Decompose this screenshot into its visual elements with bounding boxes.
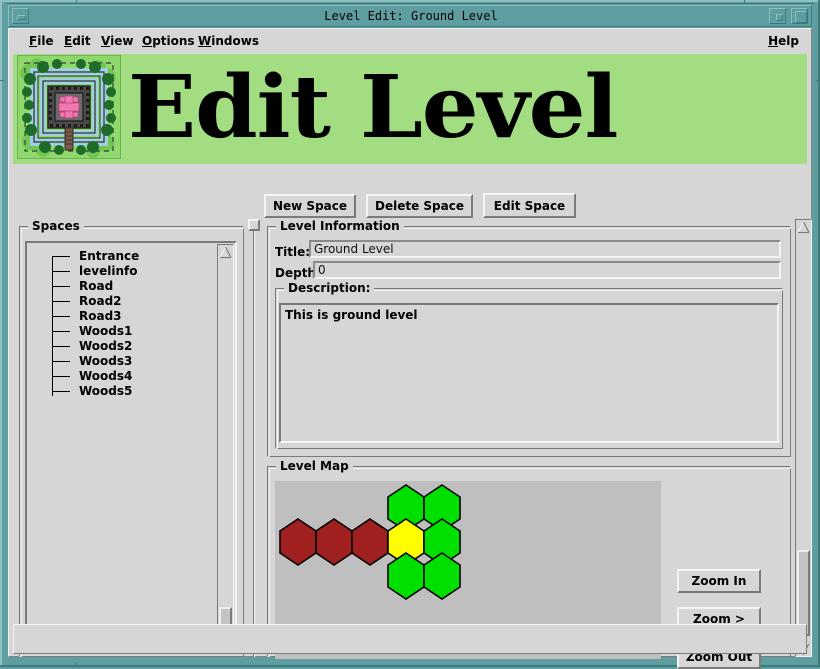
menu-view-mnemonic: V — [101, 34, 111, 48]
map-hex-road[interactable] — [351, 518, 389, 566]
spaces-item-label: Woods5 — [79, 384, 133, 398]
minimize-button[interactable] — [12, 8, 29, 24]
map-hex-woods4[interactable] — [387, 552, 425, 600]
menu-windows-rest: indows — [211, 34, 259, 48]
level-information-title: Level Information — [276, 219, 404, 234]
scroll-up-arrow-icon[interactable] — [219, 246, 232, 259]
window-client-area: File Edit View Options Windows Help Edit… — [8, 28, 812, 669]
spaces-item-label: Entrance — [79, 249, 140, 263]
menu-view[interactable]: View — [97, 33, 137, 50]
list-item[interactable]: Woods1 — [29, 324, 216, 339]
list-item[interactable]: levelinfo — [29, 264, 216, 279]
spaces-item-label: Woods2 — [79, 339, 133, 353]
tree-elbow-icon — [52, 346, 70, 347]
description-panel: Description: This is ground level — [275, 281, 783, 449]
main-scrollbar[interactable] — [795, 219, 812, 657]
tree-elbow-icon — [52, 361, 70, 362]
frame-inner-shadow-top — [6, 3, 814, 4]
map-hex-woods5[interactable] — [423, 552, 461, 600]
menu-windows[interactable]: Windows — [194, 33, 263, 50]
tree-elbow-icon — [52, 376, 70, 377]
frame-top-highlight — [0, 0, 820, 2]
list-item[interactable]: Woods5 — [29, 384, 216, 399]
level-information-panel: Level Information Title: Ground Level De… — [267, 219, 791, 457]
description-textarea[interactable]: This is ground level — [279, 303, 779, 443]
menu-file-rest: ile — [37, 34, 54, 48]
banner-heading: Edit Level — [128, 57, 618, 158]
menu-help-mnemonic: H — [768, 34, 779, 48]
spaces-tree[interactable]: Entrance levelinfo Road Road2 Road3 Wood… — [29, 245, 216, 645]
banner: Edit Level — [13, 54, 807, 164]
delete-space-button[interactable]: Delete Space — [366, 194, 473, 218]
spaces-panel: Spaces Entrance levelinfo Road Road2 Roa… — [19, 219, 244, 657]
list-item[interactable]: Woods3 — [29, 354, 216, 369]
spaces-scrollbar[interactable] — [217, 244, 234, 646]
tree-elbow-icon — [52, 286, 70, 287]
title-input[interactable]: Ground Level — [309, 240, 781, 258]
menu-view-rest: iew — [110, 34, 134, 48]
menu-windows-mnemonic: W — [198, 34, 212, 48]
frame-left-highlight — [0, 0, 2, 667]
spaces-item-label: Woods1 — [79, 324, 133, 338]
spaces-item-label: levelinfo — [79, 264, 138, 278]
tree-elbow-icon — [52, 301, 70, 302]
scroll-up-arrow-icon[interactable] — [797, 221, 810, 234]
list-item[interactable]: Entrance — [29, 249, 216, 264]
depth-input[interactable]: 0 — [313, 261, 781, 279]
spaces-item-label: Woods4 — [79, 369, 133, 383]
list-item[interactable]: Road2 — [29, 294, 216, 309]
menu-help-rest: elp — [778, 34, 799, 48]
list-item[interactable]: Woods4 — [29, 369, 216, 384]
split-pane-handle[interactable] — [248, 219, 260, 231]
menu-edit-mnemonic: E — [64, 34, 73, 48]
menu-options-mnemonic: O — [142, 34, 153, 48]
tree-elbow-icon — [52, 271, 70, 272]
edit-space-button[interactable]: Edit Space — [483, 193, 576, 218]
tree-elbow-icon — [52, 316, 70, 317]
list-item[interactable]: Road — [29, 279, 216, 294]
restore-button[interactable] — [769, 8, 786, 24]
zoom-in-button[interactable]: Zoom In — [677, 569, 761, 593]
frame-resize-grip-tl[interactable] — [76, 0, 77, 4]
split-pane-divider[interactable] — [248, 219, 260, 657]
title-bar[interactable]: Level Edit: Ground Level — [8, 5, 812, 27]
new-space-button[interactable]: New Space — [264, 194, 356, 218]
spaces-item-label: Woods3 — [79, 354, 133, 368]
spaces-panel-title: Spaces — [28, 219, 84, 234]
tree-elbow-icon — [52, 391, 70, 392]
maximize-button[interactable] — [791, 8, 808, 24]
spaces-item-label: Road3 — [79, 309, 122, 323]
menu-help[interactable]: Help — [764, 33, 803, 50]
frame-resize-grip-rt[interactable] — [816, 80, 820, 81]
map-hex-road2[interactable] — [315, 518, 353, 566]
spaces-item-label: Road — [79, 279, 114, 293]
level-map-title: Level Map — [276, 459, 353, 474]
menu-options[interactable]: Options — [138, 33, 199, 50]
menu-edit[interactable]: Edit — [60, 33, 95, 50]
tree-elbow-icon — [52, 256, 70, 257]
spaces-list-container: Entrance levelinfo Road Road2 Road3 Wood… — [25, 241, 237, 649]
title-label: Title: — [275, 245, 311, 259]
description-label: Description: — [284, 281, 375, 296]
list-item[interactable]: Road3 — [29, 309, 216, 324]
castle-map-thumbnail-icon — [17, 55, 121, 159]
frame-resize-grip-tr[interactable] — [744, 0, 745, 4]
window-title: Level Edit: Ground Level — [324, 9, 498, 23]
status-bar — [13, 624, 807, 654]
frame-resize-grip-lt[interactable] — [0, 80, 4, 81]
frame-resize-grip-bl[interactable] — [76, 663, 77, 667]
menu-file[interactable]: File — [25, 33, 58, 50]
menu-file-mnemonic: F — [29, 34, 38, 48]
split-pane-line — [253, 231, 255, 657]
spaces-item-label: Road2 — [79, 294, 122, 308]
tree-elbow-icon — [52, 331, 70, 332]
menu-options-rest: ptions — [152, 34, 195, 48]
application-window: Level Edit: Ground Level File Edit View … — [0, 0, 820, 669]
map-hex-road3[interactable] — [279, 518, 317, 566]
menu-edit-rest: dit — [72, 34, 91, 48]
list-item[interactable]: Woods2 — [29, 339, 216, 354]
menu-bar: File Edit View Options Windows Help — [9, 29, 811, 54]
